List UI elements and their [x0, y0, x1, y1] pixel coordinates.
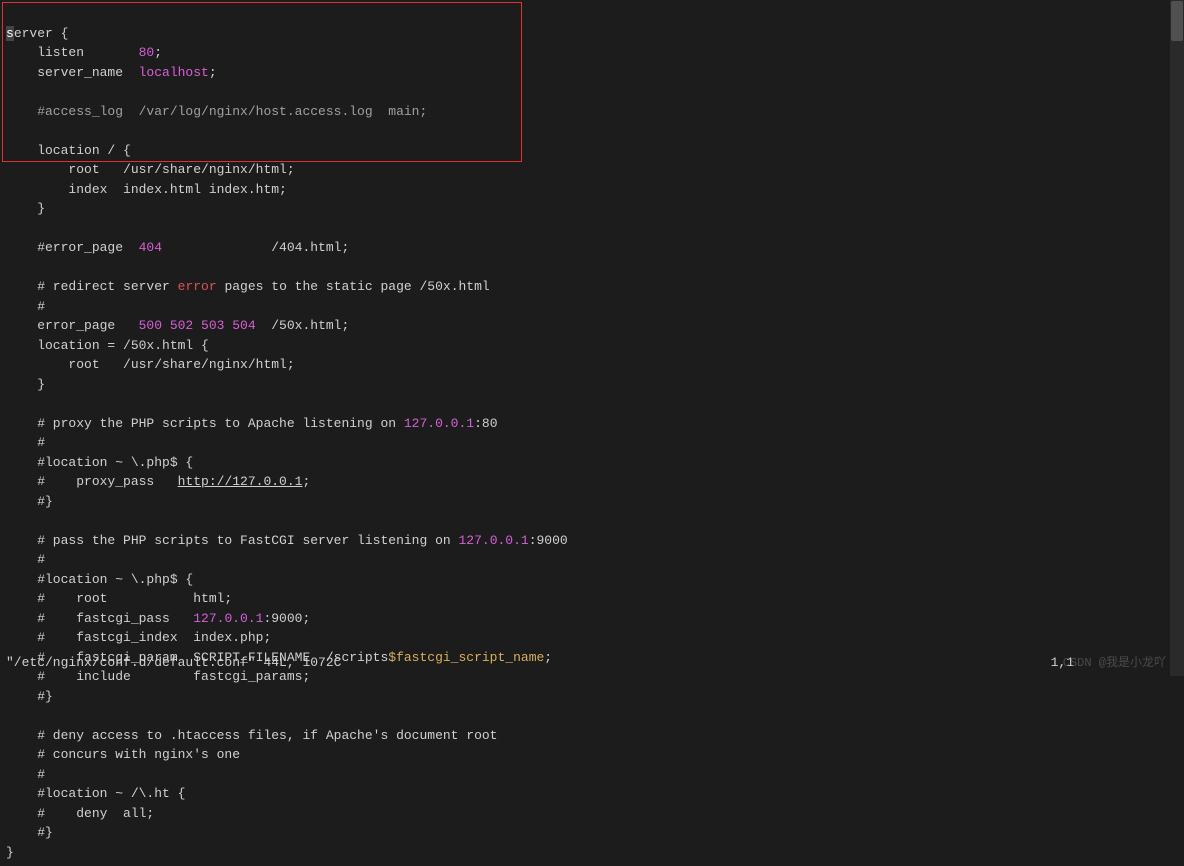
code-line: # fastcgi_index index.php;	[6, 630, 271, 645]
code-line: location / {	[6, 143, 131, 158]
code-comment: #access_log /var/log/nginx/host.access.l…	[6, 104, 427, 119]
code-line: server_name localhost;	[6, 65, 217, 80]
status-bar: "/etc/nginx/conf.d/default.conf" 44L, 10…	[6, 653, 1178, 673]
code-line: # proxy_pass http://127.0.0.1;	[6, 474, 310, 489]
code-line: location = /50x.html {	[6, 338, 209, 353]
code-line: # pass the PHP scripts to FastCGI server…	[6, 533, 568, 548]
code-line: #	[6, 435, 45, 450]
code-line: # redirect server error pages to the sta…	[6, 279, 490, 294]
code-line: #}	[6, 825, 53, 840]
code-line: # fastcgi_pass 127.0.0.1:9000;	[6, 611, 310, 626]
code-line: #	[6, 767, 45, 782]
code-line: #	[6, 552, 45, 567]
code-line: #}	[6, 689, 53, 704]
code-line: erver {	[14, 26, 69, 41]
code-line: #}	[6, 494, 53, 509]
file-info: "/etc/nginx/conf.d/default.conf" 44L, 10…	[6, 653, 341, 673]
watermark: CSDN @我是小龙吖	[1063, 654, 1166, 672]
code-line: #	[6, 299, 45, 314]
code-line: error_page 500 502 503 504 /50x.html;	[6, 318, 349, 333]
code-line: root /usr/share/nginx/html;	[6, 357, 295, 372]
cursor: s	[6, 26, 14, 41]
scrollbar-thumb[interactable]	[1171, 1, 1183, 41]
code-line: }	[6, 377, 45, 392]
code-line: # root html;	[6, 591, 232, 606]
code-line: # deny all;	[6, 806, 154, 821]
scrollbar[interactable]	[1170, 0, 1184, 676]
code-line: }	[6, 845, 14, 860]
code-line: listen 80;	[6, 45, 162, 60]
code-line: # deny access to .htaccess files, if Apa…	[6, 728, 497, 743]
code-line: #error_page 404 /404.html;	[6, 240, 349, 255]
code-line: # concurs with nginx's one	[6, 747, 240, 762]
code-line: root /usr/share/nginx/html;	[6, 162, 295, 177]
code-line: #location ~ \.php$ {	[6, 455, 193, 470]
code-line: }	[6, 201, 45, 216]
code-line: #location ~ /\.ht {	[6, 786, 185, 801]
code-line: # proxy the PHP scripts to Apache listen…	[6, 416, 498, 431]
code-editor[interactable]: server { listen 80; server_name localhos…	[0, 0, 1184, 866]
code-line: index index.html index.htm;	[6, 182, 287, 197]
code-line: #location ~ \.php$ {	[6, 572, 193, 587]
